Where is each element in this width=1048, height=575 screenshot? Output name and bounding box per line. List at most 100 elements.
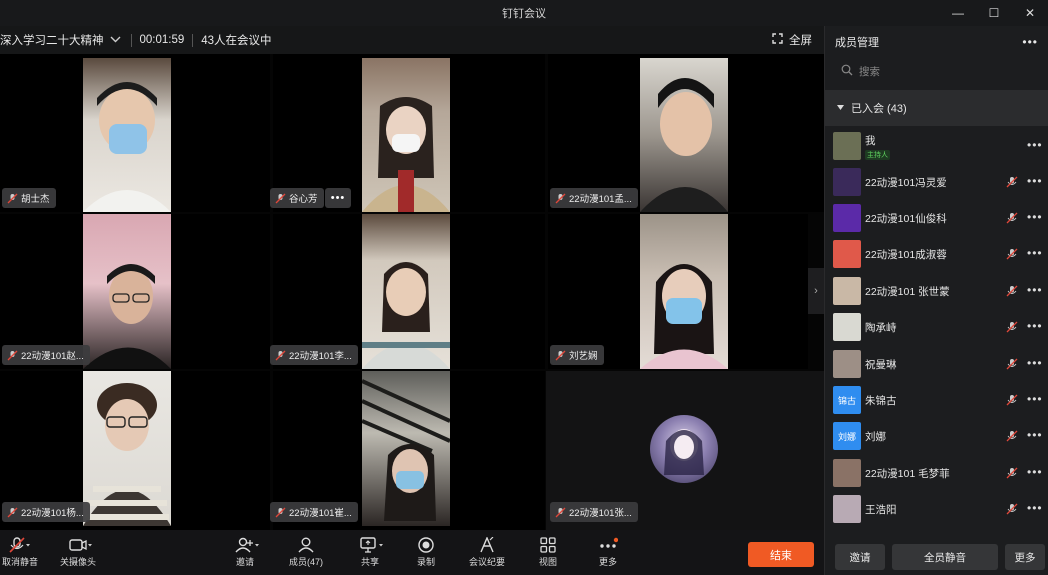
joined-group-label: 已入会 (43) <box>851 103 907 115</box>
member-row[interactable]: 22动漫101冯灵爱 ••• <box>825 164 1048 200</box>
member-more-button[interactable]: ••• <box>1027 465 1043 479</box>
member-name: 22动漫101成淑蓉 <box>865 249 947 261</box>
mic-muted-icon <box>274 192 286 204</box>
member-more-button[interactable]: ••• <box>1027 210 1043 224</box>
member-row[interactable]: 锦古 朱锦古 ••• <box>825 382 1048 418</box>
member-panel: 成员管理 ••• 搜索 已入会 (43) 我主持人 ••• 22动漫101冯灵爱 ••… <box>824 26 1048 575</box>
meeting-timer: 00:01:59 <box>139 34 185 46</box>
minimize-button[interactable]: — <box>940 0 976 26</box>
camera-off-button[interactable]: 关摄像头 <box>56 530 100 575</box>
avatar <box>833 459 861 487</box>
search-input[interactable]: 搜索 <box>859 64 880 79</box>
video-tile[interactable]: 22动漫101李... <box>270 214 545 369</box>
member-more-button[interactable]: ••• <box>1027 283 1043 297</box>
unmute-button[interactable]: 取消静音 <box>0 530 40 575</box>
member-more-button[interactable]: ••• <box>1027 246 1043 260</box>
member-row[interactable]: 22动漫101 毛梦菲 ••• <box>825 455 1048 491</box>
search-icon <box>841 64 853 79</box>
next-page-arrow[interactable]: › <box>808 268 824 314</box>
participant-video <box>362 371 450 526</box>
mic-muted-icon[interactable] <box>1005 320 1019 334</box>
member-row[interactable]: 陶承峙 ••• <box>825 309 1048 345</box>
maximize-button[interactable]: ☐ <box>976 0 1012 26</box>
mic-muted-icon[interactable] <box>1005 357 1019 371</box>
member-more-button[interactable]: ••• <box>1027 356 1043 370</box>
member-name: 22动漫101 张世蒙 <box>865 286 950 298</box>
video-tile[interactable]: 22动漫101张... <box>546 371 824 530</box>
avatar: 锦古 <box>833 386 861 414</box>
mic-muted-icon[interactable] <box>1005 429 1019 443</box>
member-more-button[interactable]: ••• <box>1027 501 1043 515</box>
more-button[interactable]: 更多 <box>594 530 622 575</box>
video-tile[interactable]: 22动漫101崔... <box>270 371 545 530</box>
participant-name: 22动漫101张... <box>569 508 632 519</box>
mic-muted-icon[interactable] <box>1005 284 1019 298</box>
mic-muted-icon[interactable] <box>1005 502 1019 516</box>
members-label: 成员(47) <box>288 557 323 567</box>
end-meeting-button[interactable]: 结束 <box>748 542 814 567</box>
tile-more-button[interactable]: ••• <box>325 188 351 208</box>
meeting-minutes-button[interactable]: 会议纪要 <box>464 530 510 575</box>
participant-nametag: 刘艺娴 <box>550 345 604 365</box>
member-row[interactable]: 22动漫101 张世蒙 ••• <box>825 273 1048 309</box>
member-name: 22动漫101冯灵爱 <box>865 177 947 189</box>
avatar <box>833 350 861 378</box>
member-row[interactable]: 王浩阳 ••• <box>825 491 1048 527</box>
mute-all-button[interactable]: 全员静音 <box>892 544 998 570</box>
more-icon[interactable]: ••• <box>1022 35 1038 49</box>
video-tile[interactable]: 胡士杰 <box>0 54 270 212</box>
video-tile[interactable]: 22动漫101孟... <box>548 54 824 212</box>
share-button[interactable]: 共享 <box>352 530 388 575</box>
avatar <box>833 495 861 523</box>
panel-title: 成员管理 <box>835 37 879 49</box>
video-tile[interactable]: 刘艺娴 <box>548 214 808 369</box>
window-title: 钉钉会议 <box>502 8 546 20</box>
close-button[interactable]: ✕ <box>1012 0 1048 26</box>
chevron-down-icon[interactable] <box>110 35 121 46</box>
participant-video <box>640 214 728 369</box>
divider <box>192 33 194 47</box>
participant-video <box>83 371 171 526</box>
member-more-button[interactable]: ••• <box>1027 319 1043 333</box>
joined-group-header[interactable]: 已入会 (43) <box>825 90 1048 126</box>
video-tile[interactable]: 22动漫101杨... <box>0 371 270 530</box>
member-row[interactable]: 我主持人 ••• <box>825 128 1048 164</box>
video-tile[interactable]: 谷心芳 ••• <box>270 54 545 212</box>
invite-member-button[interactable]: 邀请 <box>835 544 885 570</box>
member-row[interactable]: 刘娜 刘娜 ••• <box>825 418 1048 454</box>
mic-muted-icon <box>274 506 286 518</box>
member-more-button[interactable]: ••• <box>1027 138 1043 152</box>
record-button[interactable]: 录制 <box>412 530 440 575</box>
member-more-button[interactable]: ••• <box>1027 174 1043 188</box>
mic-muted-icon[interactable] <box>1005 393 1019 407</box>
member-row[interactable]: 22动漫101成淑蓉 ••• <box>825 236 1048 272</box>
mic-muted-icon <box>554 506 566 518</box>
panel-header: 成员管理 ••• <box>825 26 1048 58</box>
camera-icon <box>64 537 92 553</box>
member-more-button[interactable]: ••• <box>1027 392 1043 406</box>
member-more-button[interactable]: ••• <box>1027 428 1043 442</box>
participant-video <box>362 214 450 369</box>
view-button[interactable]: 视图 <box>534 530 562 575</box>
participant-count: 43人在会议中 <box>201 35 272 47</box>
panel-more-button[interactable]: 更多 <box>1005 544 1045 570</box>
participant-name: 22动漫101崔... <box>289 508 352 519</box>
mic-muted-icon[interactable] <box>1005 466 1019 480</box>
mic-muted-icon[interactable] <box>1005 247 1019 261</box>
member-row[interactable]: 祝曼琳 ••• <box>825 346 1048 382</box>
mic-muted-icon <box>554 192 566 204</box>
invite-button[interactable]: 邀请 <box>228 530 262 575</box>
mic-muted-icon[interactable] <box>1005 175 1019 189</box>
video-tile[interactable]: 22动漫101赵... <box>0 214 270 369</box>
member-search[interactable]: 搜索 <box>837 58 1042 84</box>
record-icon <box>417 537 435 553</box>
fullscreen-button[interactable]: 全屏 <box>772 26 812 54</box>
participant-name: 22动漫101赵... <box>21 351 84 362</box>
member-row[interactable]: 22动漫101仙俊科 ••• <box>825 200 1048 236</box>
participant-nametag: 谷心芳 <box>270 188 324 208</box>
meeting-topic[interactable]: 深入学习二十大精神 <box>0 32 104 48</box>
members-button[interactable]: 成员(47) <box>284 530 328 575</box>
avatar <box>833 168 861 196</box>
mic-muted-icon[interactable] <box>1005 211 1019 225</box>
chevron-right-icon: › <box>814 285 818 297</box>
